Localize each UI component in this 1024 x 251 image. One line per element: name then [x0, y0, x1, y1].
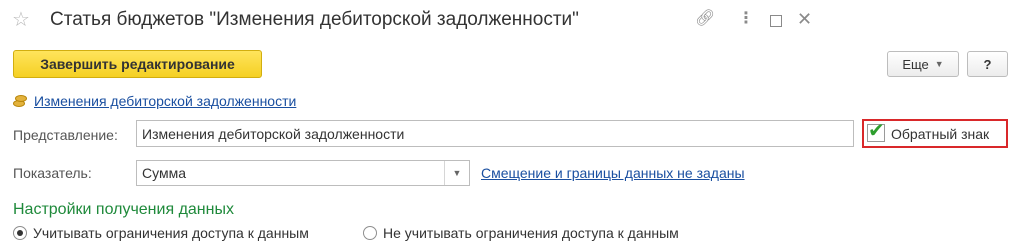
indicator-label: Показатель:: [13, 165, 92, 181]
section-title: Настройки получения данных: [13, 201, 234, 218]
indicator-select[interactable]: Сумма ▼: [136, 160, 470, 186]
representation-label: Представление:: [13, 127, 118, 143]
radio-respect-access-label[interactable]: Учитывать ограничения доступа к данным: [33, 225, 309, 241]
radio-respect-access[interactable]: [13, 226, 27, 240]
more-vert-icon[interactable]: ⋮: [738, 9, 754, 29]
radio-ignore-access-label[interactable]: Не учитывать ограничения доступа к данны…: [383, 225, 679, 241]
coins-icon: [13, 93, 27, 107]
link-icon[interactable]: 🔗︎: [695, 9, 715, 29]
checkmark-icon: ✔: [868, 120, 885, 142]
more-button-label: Еще: [902, 56, 929, 72]
maximize-icon[interactable]: [770, 15, 782, 27]
parent-item-link[interactable]: Изменения дебиторской задолженности: [34, 93, 296, 109]
representation-input[interactable]: Изменения дебиторской задолженности: [136, 120, 854, 147]
dropdown-icon[interactable]: ▼: [444, 161, 469, 185]
window-title: Статья бюджетов "Изменения дебиторской з…: [50, 9, 579, 30]
offset-settings-link[interactable]: Смещение и границы данных не заданы: [481, 165, 745, 181]
reverse-sign-label[interactable]: Обратный знак: [891, 126, 989, 142]
finish-editing-button[interactable]: Завершить редактирование: [13, 50, 262, 78]
favorite-star-icon[interactable]: ☆: [12, 9, 30, 31]
chevron-down-icon: ▼: [934, 59, 944, 69]
help-button[interactable]: ?: [967, 51, 1008, 77]
indicator-value: Сумма: [142, 165, 186, 181]
more-button[interactable]: Еще ▼: [887, 51, 959, 77]
radio-ignore-access[interactable]: [363, 226, 377, 240]
close-icon[interactable]: ✕: [797, 9, 812, 29]
